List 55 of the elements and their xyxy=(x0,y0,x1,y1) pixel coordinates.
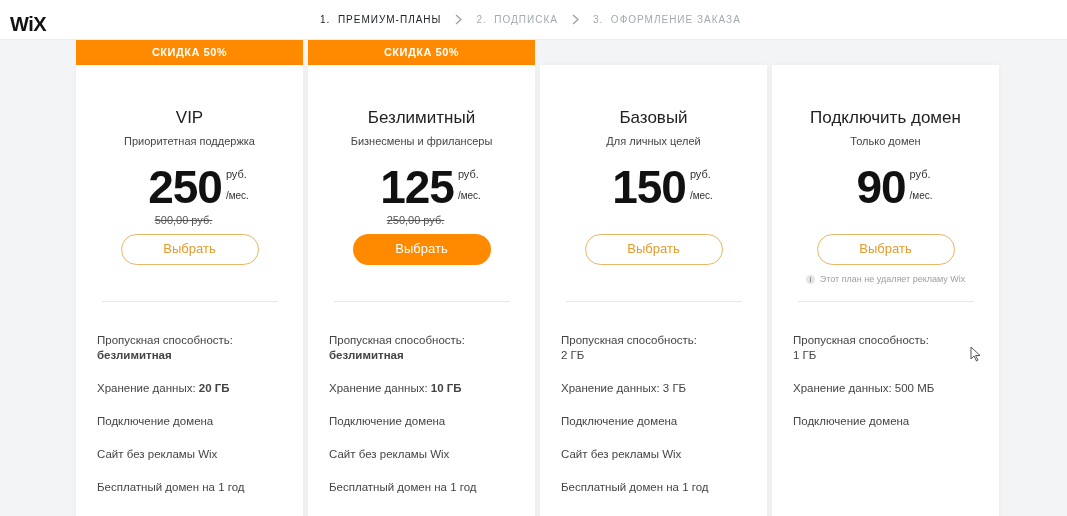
feature-text: Хранение данных: 3 ГБ xyxy=(561,380,687,396)
feature-text: Бесплатный домен на 1 год xyxy=(329,479,477,495)
feature-text: Сайт без рекламы Wix xyxy=(561,446,682,462)
plan-note: Этот план не удаляет рекламу Wix xyxy=(819,272,966,286)
feature-text: Подключение домена xyxy=(329,413,446,429)
discount-banner: СКИДКА 50% xyxy=(308,40,535,65)
feature-text: Подключение домена xyxy=(561,413,678,429)
period-label: /мес. xyxy=(457,188,481,203)
feature-text: Сайт без рекламы Wix xyxy=(329,446,450,462)
period-label: /мес. xyxy=(225,188,249,203)
currency-label: руб. xyxy=(457,166,480,181)
feature-text: Пропускная способность: 1 ГБ xyxy=(793,332,930,363)
select-button[interactable]: Выбрать xyxy=(352,233,491,265)
chevron-icon xyxy=(571,14,579,25)
plan-subtitle: Бизнесмены и фрилансеры xyxy=(350,134,493,149)
plan-subtitle: Приоритетная поддержка xyxy=(124,134,255,149)
currency-label: руб. xyxy=(909,166,932,181)
currency-label: руб. xyxy=(225,166,248,181)
step-link[interactable]: 2. ПОДПИСКА xyxy=(476,12,558,27)
feature-text: Хранение данных: 500 МБ xyxy=(793,380,935,396)
currency-label: руб. xyxy=(689,166,712,181)
feature-text: Пропускная способность: безлимитная xyxy=(329,332,466,363)
select-button[interactable]: Выбрать xyxy=(584,233,723,265)
feature-text: Пропускная способность: безлимитная xyxy=(97,332,234,363)
select-button[interactable]: Выбрать xyxy=(120,233,259,265)
feature-text: Сайт без рекламы Wix xyxy=(97,446,218,462)
price: 150 xyxy=(612,163,686,210)
discount-banner: СКИДКА 50% xyxy=(76,40,303,65)
feature-text: Бесплатный домен на 1 год xyxy=(97,479,245,495)
plan-name: Безлимитный xyxy=(367,107,476,129)
feature-text: Бесплатный домен на 1 год xyxy=(561,479,709,495)
period-label: /мес. xyxy=(909,188,933,203)
chevron-icon xyxy=(455,14,463,25)
price: 125 xyxy=(380,163,454,210)
logo[interactable]: WiX xyxy=(10,9,47,39)
price: 90 xyxy=(856,163,906,210)
feature-text: Хранение данных: 10 ГБ xyxy=(329,380,462,396)
info-icon xyxy=(805,275,815,284)
cursor-icon xyxy=(970,346,981,362)
plan-name: Базовый xyxy=(619,107,688,129)
period-label: /мес. xyxy=(689,188,713,203)
price: 250 xyxy=(148,163,222,210)
select-button[interactable]: Выбрать xyxy=(816,233,955,265)
step-link[interactable]: 3. ОФОРМЛЕНИЕ ЗАКАЗА xyxy=(592,12,741,27)
plan-subtitle: Только домен xyxy=(850,134,921,149)
feature-text: Подключение домена xyxy=(793,413,910,429)
old-price: 500,00 руб. xyxy=(154,212,213,228)
feature-text: Пропускная способность: 2 ГБ xyxy=(561,332,698,363)
plan-name: VIP xyxy=(175,107,204,129)
feature-text: Подключение домена xyxy=(97,413,214,429)
plan-subtitle: Для личных целей xyxy=(606,134,701,149)
step-link[interactable]: 1. ПРЕМИУМ-ПЛАНЫ xyxy=(320,12,442,27)
plan-name: Подключить домен xyxy=(810,107,961,129)
feature-text: Хранение данных: 20 ГБ xyxy=(97,380,230,396)
old-price: 250,00 руб. xyxy=(386,212,445,228)
